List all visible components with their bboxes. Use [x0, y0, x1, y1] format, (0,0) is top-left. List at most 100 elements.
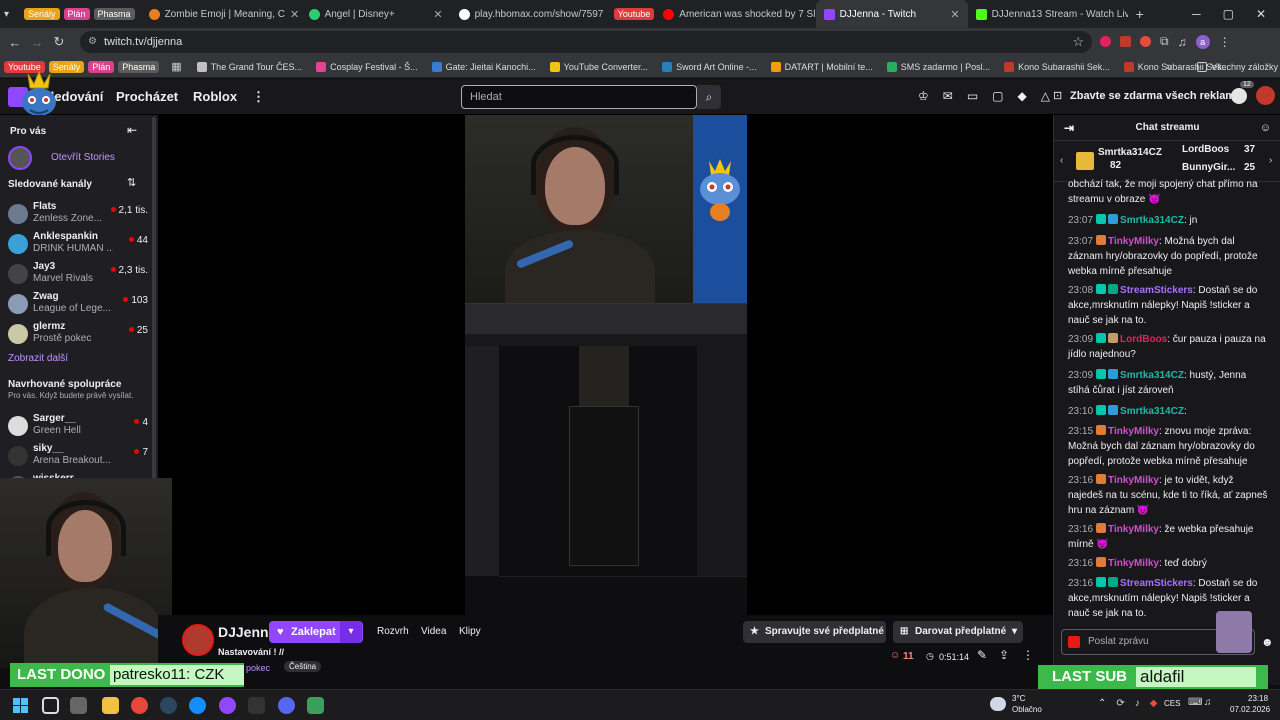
new-tab-button[interactable]: + [1128, 0, 1154, 28]
chevron-left-icon[interactable]: ‹ [1060, 155, 1063, 166]
bookmark-item[interactable]: The Grand Tour ČES... [190, 61, 309, 72]
clock-date[interactable]: 07.02.2026 [1230, 705, 1270, 714]
bookmark-chip-phasma[interactable]: Phasma [118, 60, 160, 73]
bookmark-item[interactable]: Gate: Jieitai Kanochi... [425, 61, 543, 72]
tab-close-icon[interactable]: ✕ [433, 8, 442, 21]
network-icon[interactable]: ⌨ [1188, 697, 1202, 708]
tab-search-icon[interactable]: ▾ [4, 9, 20, 20]
bookmark-star-icon[interactable]: ☆ [1072, 31, 1084, 53]
extensions-puzzle-icon[interactable]: ⧉ [1160, 34, 1169, 49]
share-icon[interactable]: ⇪ [999, 648, 1009, 662]
profile-avatar[interactable]: a [1195, 34, 1210, 49]
search-taskbar-icon[interactable] [42, 697, 59, 714]
tab-videos[interactable]: Videa [421, 626, 446, 637]
minimize-icon[interactable]: ─ [1192, 7, 1201, 21]
browser-tab[interactable]: DJJenna13 Stream - Watch Liv✕ [968, 0, 1128, 28]
start-icon[interactable] [13, 698, 28, 713]
inbox-icon[interactable]: ✉ [943, 89, 953, 103]
followed-channel[interactable]: Jay3 Marvel Rivals 2,3 tis. [8, 261, 148, 291]
collapse-chat-icon[interactable]: ⇥ [1064, 115, 1074, 141]
battlenet-icon[interactable] [189, 697, 206, 714]
bookmark-item[interactable]: Kono Subarashii Sek... [997, 61, 1117, 72]
user-avatar[interactable] [1256, 86, 1275, 105]
reload-icon[interactable]: ↻ [48, 34, 70, 50]
gift-subscription-button[interactable]: ⊞ Darovat předplatné ▾ [893, 621, 1023, 643]
weather-icon[interactable] [990, 697, 1006, 711]
bookmark-item[interactable]: Sword Art Online -... [655, 61, 764, 72]
browser-tab[interactable]: Angel | Disney+ ✕ [301, 0, 451, 28]
back-icon[interactable]: ← [4, 35, 26, 50]
shield-icon[interactable]: ◆ [1150, 698, 1158, 709]
media-icon[interactable]: ♫ [1178, 35, 1187, 49]
edit-icon[interactable]: ✎ [977, 648, 987, 662]
collapse-sidebar-icon[interactable]: ⇤ [127, 123, 137, 137]
stories-avatar[interactable] [8, 146, 32, 170]
drops-icon[interactable]: ▢ [992, 89, 1003, 103]
channel-name[interactable]: DJJenna [218, 624, 276, 640]
stories-link[interactable]: Otevřít Stories [51, 152, 115, 163]
all-bookmarks-folder[interactable]: Všechny záložky [1190, 61, 1280, 72]
nav-roblox[interactable]: Roblox [193, 89, 237, 104]
steam-icon[interactable] [160, 697, 177, 714]
apps-grid-icon[interactable]: ▦ [171, 60, 181, 73]
show-more-link[interactable]: Zobrazit další [8, 353, 68, 364]
search-icon[interactable]: ⌕ [697, 85, 721, 109]
extension-icon[interactable] [1140, 36, 1151, 47]
more-options-icon[interactable]: ⋮ [1022, 648, 1034, 662]
nav-more-icon[interactable]: ⋮ [252, 89, 265, 105]
file-explorer-icon[interactable] [102, 697, 119, 714]
gifter-name[interactable]: LordBoos [1182, 144, 1229, 155]
manage-subscription-button[interactable]: ★ Spravujte své předplatné [743, 621, 886, 643]
tab-close-icon[interactable]: ✕ [290, 8, 299, 21]
channel-avatar[interactable] [182, 624, 214, 656]
bookmark-item[interactable]: YouTube Converter... [543, 61, 655, 72]
chevron-up-icon[interactable]: ⌃ [1098, 698, 1106, 709]
epic-games-icon[interactable] [248, 697, 265, 714]
sort-icon[interactable]: ⇅ [127, 176, 136, 189]
top-gifter-name[interactable]: Smrtka314CZ [1098, 147, 1162, 158]
notifications-button[interactable] [1231, 88, 1247, 104]
mic-icon[interactable]: ♪ [1135, 698, 1140, 709]
bookmark-item[interactable]: DATART | Mobilní te... [764, 61, 880, 72]
bits-icon[interactable]: ◆ [1018, 89, 1027, 103]
sidebar-scrollbar[interactable] [152, 117, 156, 479]
followed-channel[interactable]: Anklespankin DRINK HUMAN ... 44 [8, 231, 148, 261]
followed-channel[interactable]: Flats Zenless Zone... 2,1 tis. [8, 201, 148, 231]
browser-tab[interactable]: play.hbomax.com/show/7597 [451, 0, 606, 28]
tab-close-icon[interactable]: ✕ [950, 8, 959, 21]
task-view-icon[interactable] [70, 697, 87, 714]
twitch-taskbar-icon[interactable] [219, 697, 236, 714]
extension-icon[interactable] [1120, 36, 1131, 47]
gifter-name[interactable]: BunnyGir... [1182, 162, 1235, 173]
stream-category[interactable]: pokec [246, 663, 270, 673]
browser-tab[interactable]: Zombie Emoji | Meaning, C ✕ [141, 0, 301, 28]
search-input[interactable]: Hledat [461, 85, 697, 109]
extension-icon[interactable] [1100, 36, 1111, 47]
follow-dropdown-button[interactable]: ▾ [340, 621, 362, 643]
close-window-icon[interactable]: ✕ [1256, 7, 1266, 21]
whispers-icon[interactable]: ▭ [967, 89, 978, 103]
discord-icon[interactable] [278, 697, 295, 714]
bookmark-chip-plan[interactable]: Plán [88, 60, 115, 73]
tab-schedule[interactable]: Rozvrh [377, 626, 409, 637]
tabbar-chip-serialy[interactable]: Seriály [24, 8, 60, 20]
site-info-icon[interactable]: ⚙ [88, 31, 97, 53]
ad-free-promo-button[interactable]: Zbavte se zdarma všech reklam [1070, 90, 1235, 102]
more-bookmarks-icon[interactable]: » [1166, 61, 1172, 73]
collab-channel[interactable]: siky__ Arena Breakout... 7 [8, 443, 148, 473]
bookmark-item[interactable]: SMS zadarmo | Posl... [880, 61, 997, 72]
language-indicator[interactable]: CES [1164, 699, 1180, 708]
chevron-right-icon[interactable]: › [1269, 155, 1272, 166]
browser-tab-active[interactable]: DJJenna - Twitch ✕ [815, 0, 968, 28]
tabbar-chip-plan[interactable]: Plán [63, 8, 90, 20]
tab-clips[interactable]: Klipy [459, 626, 481, 637]
clock-time[interactable]: 23:18 [1248, 694, 1268, 703]
language-tag[interactable]: Čeština [284, 661, 322, 672]
emote-picker-icon[interactable]: ☻ [1261, 635, 1274, 649]
menu-kebab-icon[interactable]: ⋮ [1219, 35, 1231, 49]
prime-crown-icon[interactable]: ♔ [918, 89, 929, 103]
browser-tab-youtube[interactable]: YoutubeAmerican was shocked by 7 Sl✕ [606, 0, 816, 28]
sync-icon[interactable]: ⟳ [1116, 698, 1124, 709]
bookmark-item[interactable]: Cosplay Festival - Š... [309, 61, 425, 72]
url-field[interactable]: ⚙ twitch.tv/djjenna ☆ [80, 31, 1092, 53]
